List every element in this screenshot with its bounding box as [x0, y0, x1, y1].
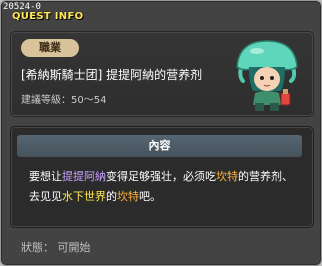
desc-segment: 的 [106, 190, 117, 203]
quest-description: 要想让提提阿納变得足够强壮，必须吃坎特的营养剂、去见见水下世界的坎特吧。 [29, 167, 299, 207]
quest-title: [希納斯騎士团] 提提阿納的营养剂 [21, 68, 203, 82]
desc-segment: 变得足够强壮，必须吃 [106, 170, 216, 183]
npc-name-link[interactable]: 坎特 [117, 190, 139, 203]
content-header: 內容 [17, 135, 302, 157]
window-title[interactable]: QUEST INFO [12, 11, 83, 22]
quest-status: 狀態： 可開始 [21, 241, 91, 254]
npc-name-link[interactable]: 提提阿納 [62, 170, 106, 183]
recommend-level: 建議等級：50～54 [21, 95, 107, 106]
quest-info-window: 20524-0 QUEST INFO 職業 [希納斯騎士团] 提提阿納的营养剂 … [0, 0, 322, 266]
desc-segment: 吧。 [139, 190, 161, 203]
location-link[interactable]: 水下世界 [62, 190, 106, 203]
npc-portrait-icon [231, 37, 303, 113]
desc-segment: 要想让 [29, 170, 62, 183]
job-badge: 職業 [21, 39, 79, 57]
npc-name-link[interactable]: 坎特 [216, 170, 238, 183]
